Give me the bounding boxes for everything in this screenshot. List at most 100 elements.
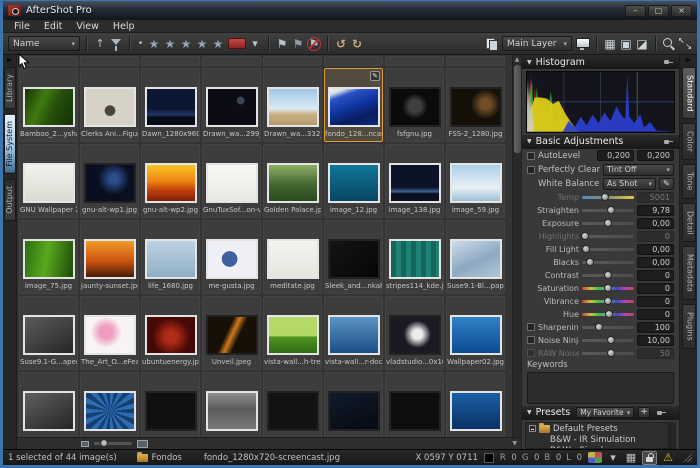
collapse-folder-icon[interactable] xyxy=(529,425,536,432)
collapse-triangle-icon[interactable]: ▼ xyxy=(527,59,532,66)
collapse-left-panel-icon[interactable]: ▶ xyxy=(7,56,12,64)
star-icon[interactable]: ★ xyxy=(195,37,209,51)
contact-sheet-icon[interactable]: ▦ xyxy=(624,451,638,465)
thumbnail-cell[interactable]: Dawn_1280x960.jpg xyxy=(141,68,200,142)
contrast-slider-handle[interactable] xyxy=(604,271,612,279)
fill-light-slider-handle[interactable] xyxy=(582,245,590,253)
flag-icon[interactable]: ⚑ xyxy=(275,37,289,51)
temp-value[interactable]: 5001 xyxy=(637,192,674,203)
current-folder[interactable]: Fondos xyxy=(152,453,182,463)
star-icon[interactable]: ★ xyxy=(211,37,225,51)
saturation-slider-handle[interactable] xyxy=(604,284,612,292)
view-thumbs-icon[interactable]: ▦ xyxy=(603,37,617,51)
caret-down-icon[interactable]: ▾ xyxy=(248,37,262,51)
preset-item[interactable]: B&W - IR Simulation xyxy=(526,435,675,446)
raw-noise-slider-handle[interactable] xyxy=(607,349,615,357)
blacks-slider[interactable] xyxy=(582,261,634,264)
panel-tab-color[interactable]: Color xyxy=(682,123,696,160)
thumbnail-cell[interactable]: image_138.jpg xyxy=(385,144,444,218)
pin-icon[interactable] xyxy=(663,137,674,147)
hue-slider[interactable] xyxy=(582,313,634,316)
thumbnail-cell[interactable]: FSS-2_1280.jpg xyxy=(446,68,505,142)
presets-combo[interactable]: My Favorites ▾ xyxy=(576,407,634,418)
thumbnail-cell[interactable] xyxy=(385,372,444,437)
pan-fullscreen-icon[interactable] xyxy=(678,37,692,50)
title-bar[interactable]: AfterShot Pro –▢× xyxy=(3,1,697,20)
color-profile-icon[interactable] xyxy=(588,452,602,463)
grid-scrollbar[interactable]: ▲ xyxy=(512,55,521,437)
rating-dot-icon[interactable]: • xyxy=(136,37,145,51)
layer-combo[interactable]: Main Layer ▾ xyxy=(502,36,572,51)
menu-item-help[interactable]: Help xyxy=(106,21,142,32)
collapse-triangle-icon[interactable]: ▼ xyxy=(527,409,532,416)
sharpening-checkbox[interactable] xyxy=(527,323,535,331)
panel-tab-metadata[interactable]: Metadata xyxy=(682,246,696,300)
thumbnail-cell[interactable]: vladstudio...0x1024.jpg xyxy=(385,296,444,370)
white-balance-eyedropper-icon[interactable]: ✎ xyxy=(659,178,674,190)
straighten-slider-handle[interactable] xyxy=(607,206,615,214)
star-icon[interactable]: ★ xyxy=(163,37,177,51)
collapse-triangle-icon[interactable]: ▼ xyxy=(527,138,532,145)
thumbnail-cell[interactable] xyxy=(80,372,139,437)
sidebar-tab-output[interactable]: Output xyxy=(4,179,16,221)
fill-light-value[interactable]: 0,00 xyxy=(637,244,674,255)
thumbnail-cell[interactable]: Unveil.jpeg xyxy=(202,296,261,370)
thumb-size-slider[interactable] xyxy=(94,442,132,445)
thumbnail-cell[interactable] xyxy=(202,56,261,66)
panel-tab-plugins[interactable]: Plugins xyxy=(682,304,696,349)
label-red-icon[interactable] xyxy=(228,38,246,49)
contrast-slider[interactable] xyxy=(582,274,634,277)
sidebar-tab-library[interactable]: Library xyxy=(4,67,16,109)
thumbnail-cell[interactable]: Wallpaper02.jpg xyxy=(446,296,505,370)
resize-grip[interactable] xyxy=(683,453,692,462)
presets-scrollbar[interactable] xyxy=(668,423,675,448)
saturation-slider[interactable] xyxy=(582,287,634,290)
basic-adjustments-header[interactable]: ▼ Basic Adjustments xyxy=(522,135,679,149)
thumbnail-cell[interactable]: Drawn_wa...332_.jpg xyxy=(263,68,322,142)
zoom-tool-icon[interactable] xyxy=(662,37,676,50)
autolevel-checkbox[interactable] xyxy=(527,152,535,160)
collapse-right-panel-icon[interactable]: ▶ xyxy=(686,56,691,64)
highlights-value[interactable]: 0 xyxy=(637,231,674,242)
thumbnail-cell[interactable] xyxy=(324,372,383,437)
thumbnail-cell[interactable]: The_Art_O...eFear.jpg xyxy=(80,296,139,370)
thumbnail-cell[interactable] xyxy=(324,56,383,66)
thumb-size-slider-handle[interactable] xyxy=(100,439,108,447)
view-split-icon[interactable]: ◪ xyxy=(635,37,649,51)
raw-noise-checkbox[interactable] xyxy=(527,349,535,357)
autolevel-value-1[interactable]: 0,200 xyxy=(597,150,634,161)
thumbnail-cell[interactable]: meditate.jpg xyxy=(263,220,322,294)
thumbnail-cell[interactable]: Suse9.1-G...apers.jpg xyxy=(19,296,78,370)
rotate-left-icon[interactable]: ↺ xyxy=(334,37,348,51)
add-preset-button[interactable]: + xyxy=(638,407,650,418)
thumbnail-cell[interactable]: vista-wall...h-tree.jpg xyxy=(263,296,322,370)
noise-ninja-value[interactable]: 10,00 xyxy=(637,335,674,346)
soft-proof-lock-icon[interactable] xyxy=(642,451,657,465)
thumbnail-cell[interactable]: gnu-alt-wp2.jpg xyxy=(141,144,200,218)
saturation-value[interactable]: 0 xyxy=(637,283,674,294)
fill-light-slider[interactable] xyxy=(582,248,634,251)
thumbnail-cell[interactable]: image_75.jpg xyxy=(19,220,78,294)
sharpening-value[interactable]: 100 xyxy=(637,322,674,333)
exposure-slider-handle[interactable] xyxy=(604,219,612,227)
rotate-right-icon[interactable]: ↻ xyxy=(350,37,364,51)
blacks-value[interactable]: 0,00 xyxy=(637,257,674,268)
exposure-slider[interactable] xyxy=(582,222,634,225)
white-balance-combo[interactable]: As Shot ▾ xyxy=(603,178,656,190)
caret-down-icon[interactable]: ▾ xyxy=(606,451,620,465)
thumbnail-cell[interactable]: jaunty-sunset.jpg xyxy=(80,220,139,294)
contrast-value[interactable]: 0 xyxy=(637,270,674,281)
raw-noise-slider[interactable] xyxy=(582,352,634,355)
noise-ninja-slider-handle[interactable] xyxy=(607,336,615,344)
thumbnail-cell[interactable]: GNU Wallpaper 2.jpg xyxy=(19,144,78,218)
highlights-slider[interactable] xyxy=(582,235,634,238)
thumbnail-cell[interactable] xyxy=(202,372,261,437)
pin-icon[interactable] xyxy=(656,408,667,418)
thumbnail-cell[interactable]: image_59.jpg xyxy=(446,144,505,218)
thumbnail-cell[interactable]: vista-wall...r-dock.jpg xyxy=(324,296,383,370)
star-icon[interactable]: ★ xyxy=(147,37,161,51)
menu-item-view[interactable]: View xyxy=(69,21,106,32)
thumbnail-cell[interactable]: Golden Palace.jpg xyxy=(263,144,322,218)
thumbnail-cell[interactable] xyxy=(141,56,200,66)
sidebar-tab-file-system[interactable]: File System xyxy=(4,114,16,174)
